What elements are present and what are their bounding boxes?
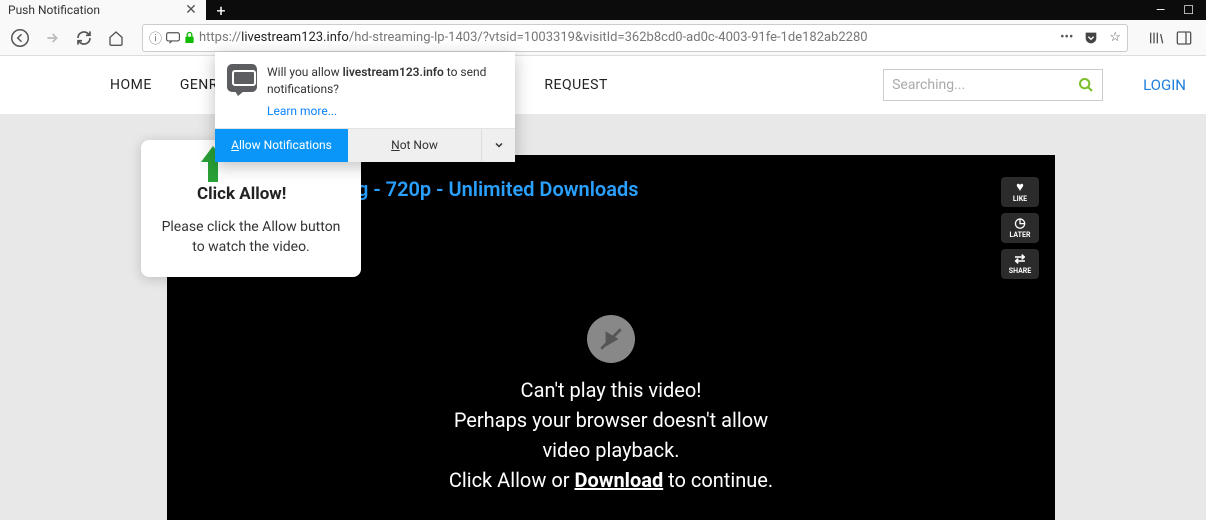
notification-permission-dialog: Will you allow livestream123.info to sen… xyxy=(215,52,515,162)
pocket-icon[interactable] xyxy=(1083,30,1099,46)
reload-button[interactable] xyxy=(70,24,98,52)
clock-icon: ◷ xyxy=(1014,217,1025,230)
browser-title-bar: Push Notification ✕ + — ☐ xyxy=(0,0,1206,20)
browser-tab[interactable]: Push Notification ✕ xyxy=(0,0,206,20)
login-link[interactable]: LOGIN xyxy=(1143,76,1186,94)
info-icon[interactable]: ⓘ xyxy=(149,28,162,47)
share-icon: ⇄ xyxy=(1015,253,1026,266)
heart-icon: ♥ xyxy=(1016,181,1024,194)
allow-notifications-button[interactable]: Allow Notifications xyxy=(215,129,348,162)
bookmark-icon[interactable]: ☆ xyxy=(1109,30,1121,45)
permission-text: Will you allow livestream123.info to sen… xyxy=(267,64,503,98)
play-disabled-icon xyxy=(587,315,635,363)
nav-request[interactable]: REQUEST xyxy=(544,77,607,93)
later-badge[interactable]: ◷LATER xyxy=(1001,213,1039,243)
toolbar-right xyxy=(1140,30,1200,46)
not-now-button[interactable]: Not Now xyxy=(348,129,481,162)
search-icon[interactable] xyxy=(1078,77,1094,93)
lock-icon xyxy=(184,31,195,44)
back-button[interactable] xyxy=(6,24,34,52)
maximize-button[interactable]: ☐ xyxy=(1183,3,1194,17)
notification-icon xyxy=(227,64,257,92)
hint-title: Click Allow! xyxy=(197,184,347,204)
library-icon[interactable] xyxy=(1148,30,1164,46)
browser-toolbar: ⓘ https://livestream123.info/hd-streamin… xyxy=(0,20,1206,56)
video-badges: ♥LIKE ◷LATER ⇄SHARE xyxy=(1001,177,1039,279)
dropdown-button[interactable] xyxy=(481,129,515,162)
permission-icon[interactable] xyxy=(166,32,180,44)
nav-home[interactable]: HOME xyxy=(110,77,152,93)
download-link[interactable]: Download xyxy=(574,468,663,492)
search-input[interactable]: Searching... xyxy=(883,69,1103,101)
search-placeholder: Searching... xyxy=(892,77,1078,93)
home-button[interactable] xyxy=(102,24,130,52)
minimize-button[interactable]: — xyxy=(1156,3,1165,17)
sidebar-icon[interactable] xyxy=(1176,30,1192,46)
hint-body: Please click the Allow button to watch t… xyxy=(155,218,347,257)
chevron-down-icon xyxy=(493,139,505,151)
url-text: https://livestream123.info/hd-streaming-… xyxy=(199,30,1056,45)
video-title: g - 720p - Unlimited Downloads xyxy=(357,177,639,201)
new-tab-button[interactable]: + xyxy=(206,0,236,20)
url-bar[interactable]: ⓘ https://livestream123.info/hd-streamin… xyxy=(142,24,1128,52)
video-error-message: Can't play this video! Perhaps your brow… xyxy=(167,375,1055,495)
forward-button[interactable] xyxy=(38,24,66,52)
share-badge[interactable]: ⇄SHARE xyxy=(1001,249,1039,279)
tab-title: Push Notification xyxy=(8,3,184,17)
url-right-icons: ••• ☆ xyxy=(1060,30,1121,46)
learn-more-link[interactable]: Learn more... xyxy=(215,104,515,128)
more-icon[interactable]: ••• xyxy=(1060,30,1073,45)
close-tab-icon[interactable]: ✕ xyxy=(184,3,198,17)
like-badge[interactable]: ♥LIKE xyxy=(1001,177,1039,207)
window-controls: — ☐ xyxy=(1156,0,1206,20)
site-navbar: HOME GENRE REQUEST Searching... LOGIN xyxy=(0,56,1206,114)
